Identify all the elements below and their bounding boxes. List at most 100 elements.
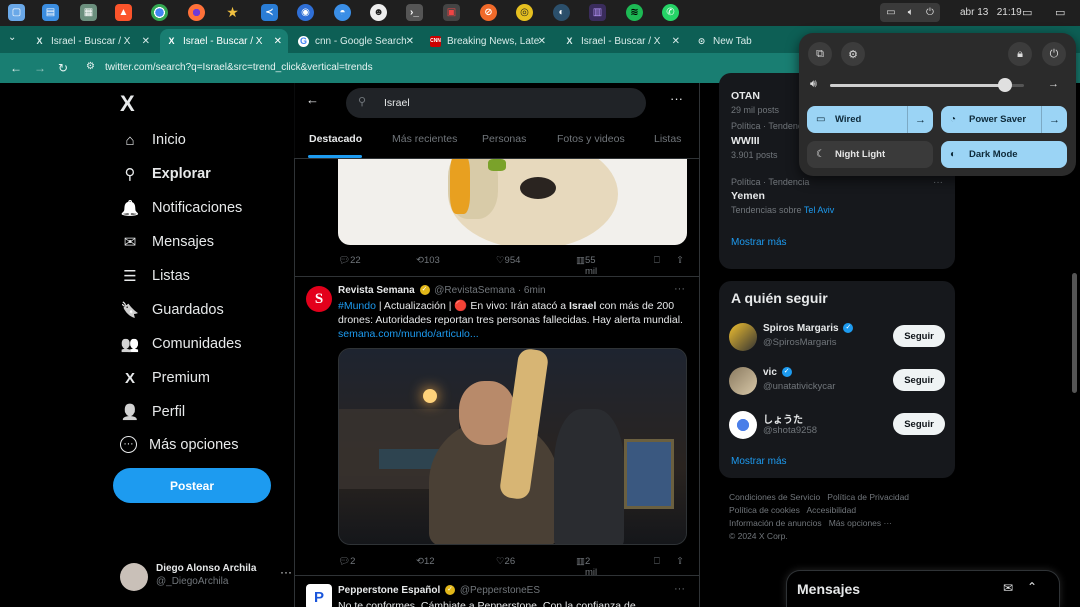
firefox-icon[interactable] [188,4,205,21]
trend-title[interactable]: WWIII [731,135,760,147]
like-button[interactable]: ♡ 26 [496,556,515,567]
site-info-icon[interactable]: ⚙ [86,61,95,72]
volume-slider-knob[interactable] [997,78,1012,92]
tweet-media[interactable] [338,159,687,245]
close-tab-icon[interactable]: ✕ [538,36,546,47]
app-15-icon[interactable]: ◎ [516,4,533,21]
app-17-icon[interactable]: ▥ [589,4,606,21]
reply-button[interactable]: 💬︎ 2 [338,556,355,567]
dark-mode-toggle[interactable]: ◐ Dark Mode [941,141,1067,168]
app-10-icon[interactable]: ◓ [334,4,351,21]
tweet-media[interactable] [338,348,687,545]
volume-slider[interactable] [830,78,1024,92]
settings-gear-icon[interactable]: ⚙ [841,42,865,66]
tab-destacado[interactable]: Destacado [309,133,362,145]
account-switcher[interactable]: Diego Alonso Archila @_DiegoArchila ··· [120,561,292,591]
follow-suggestion[interactable]: しょうた @shota9258 Seguir [729,409,945,443]
browser-tab[interactable]: CNN Breaking News, Late ✕ [424,29,552,53]
reply-button[interactable]: 💬︎ 22 [338,255,361,266]
power-off-icon[interactable]: ⏻ [1042,42,1066,66]
close-tab-icon[interactable]: ✕ [142,36,150,47]
terminal-icon[interactable]: ›_ [406,4,423,21]
chrome-icon[interactable] [151,4,168,21]
clock[interactable]: abr 13 21:19 [960,7,1022,18]
footer-link[interactable]: Accesibilidad [807,505,857,515]
app-13-icon[interactable]: ▣ [443,4,460,21]
browser-tab-active[interactable]: X Israel - Buscar / X ✕ [160,29,288,53]
browser-tab[interactable]: X Israel - Buscar / X ✕ [28,29,156,53]
reload-icon[interactable]: ↻ [58,61,68,75]
app-11-icon[interactable]: ☻ [370,4,387,21]
footer-link[interactable]: Política de cookies [729,505,800,515]
share-icon[interactable]: ⇪ [676,255,684,266]
sidebar-item-perfil[interactable]: 👤 Perfil [120,402,185,422]
follow-button[interactable]: Seguir [893,413,945,435]
show-more-link[interactable]: Mostrar más [731,237,787,248]
wired-toggle[interactable]: ▭ Wired → [807,106,933,133]
x-logo-icon[interactable]: X [120,91,135,117]
share-icon[interactable]: ⇪ [676,556,684,567]
app-9-icon[interactable]: ◉ [297,4,314,21]
sidebar-item-comunidades[interactable]: 👥 Comunidades [120,334,242,354]
window-icon[interactable]: ▭ [1022,6,1032,19]
avatar[interactable]: S [306,286,332,312]
vscode-icon[interactable]: ≺ [261,4,278,21]
app-16-icon[interactable]: ◐ [553,4,570,21]
follow-suggestion[interactable]: Spiros Margaris ✓ @SpirosMargaris Seguir [729,321,945,355]
browser-tab[interactable]: G cnn - Google Search ✕ [292,29,420,53]
show-more-link[interactable]: Mostrar más [731,456,787,467]
like-button[interactable]: ♡ 954 [496,255,520,266]
sidebar-item-guardados[interactable]: 🔖 Guardados [120,300,224,320]
close-tab-icon[interactable]: ✕ [406,36,414,47]
tweet-more-icon[interactable]: ··· [674,583,685,595]
app-7-icon[interactable]: ★ [224,4,241,21]
footer-link[interactable]: Condiciones de Servicio [729,492,820,502]
audio-output-arrow-icon[interactable]: → [1048,78,1059,90]
close-tab-icon[interactable]: ✕ [672,36,680,47]
whatsapp-icon[interactable]: ✆ [662,4,679,21]
sidebar-item-listas[interactable]: ☰ Listas [120,266,190,286]
night-light-toggle[interactable]: ☾ Night Light [807,141,933,168]
footer-link[interactable]: Información de anuncios [729,518,822,528]
spotify-icon[interactable]: ≋ [626,4,643,21]
sidebar-item-notificaciones[interactable]: 🔔 Notificaciones [120,198,243,218]
views-button[interactable]: ▥ 2 mil [576,556,597,578]
sidebar-item-premium[interactable]: X Premium [120,368,210,388]
lock-icon[interactable]: 🔒︎ [1008,42,1032,66]
page-scrollbar[interactable] [1072,273,1077,393]
app-launcher-icon[interactable]: ▢ [8,4,25,21]
hashtag-link[interactable]: #Mundo [338,300,376,312]
trend-related-link[interactable]: Tel Aviv [804,205,834,215]
desktop-icon[interactable]: ▭ [1055,6,1065,19]
tab-listas[interactable]: Listas [654,133,681,145]
tab-mas-recientes[interactable]: Más recientes [392,133,457,145]
trend-title[interactable]: OTAN [731,90,760,102]
system-tray[interactable]: ▭ 🔈︎ ⏻ [880,3,940,22]
app-14-icon[interactable]: ⊘ [480,4,497,21]
new-message-icon[interactable]: ✉ [1003,581,1013,595]
repost-button[interactable]: ⟲ 12 [416,556,435,567]
tweet-more-icon[interactable]: ··· [674,283,685,295]
power-saver-toggle[interactable]: ◔ Power Saver → [941,106,1067,133]
follow-suggestion[interactable]: vic ✓ @unatativickycar Seguir [729,365,945,399]
trend-title[interactable]: Yemen [731,190,765,202]
screenshot-icon[interactable]: ⧉ [808,42,832,66]
footer-link[interactable]: Política de Privacidad [827,492,909,502]
close-tab-icon[interactable]: ✕ [274,36,282,47]
sidebar-item-mas-opciones[interactable]: ⋯ Más opciones [120,436,238,453]
tab-list-icon[interactable]: ⌄ [8,32,16,43]
power-saver-arrow-icon[interactable]: → [1041,106,1067,133]
trend-more-icon[interactable]: ··· [933,177,943,188]
tab-personas[interactable]: Personas [482,133,526,145]
bookmark-icon[interactable]: ⎕ [654,255,660,266]
more-icon[interactable]: ··· [670,91,683,106]
bookmark-icon[interactable]: ⎕ [654,556,660,567]
url-field[interactable]: twitter.com/search?q=Israel&src=trend_cl… [105,62,373,73]
article-link[interactable]: semana.com/mundo/articulo... [338,328,479,340]
author-name[interactable]: Revista Semana [338,285,415,296]
messages-drawer[interactable]: Mensajes ✉ ⌃ [786,570,1060,607]
footer-link[interactable]: Más opciones ··· [829,518,892,528]
sidebar-item-mensajes[interactable]: ✉ Mensajes [120,232,214,252]
browser-tab[interactable]: X Israel - Buscar / X ✕ [558,29,686,53]
forward-arrow-icon[interactable]: → [34,61,46,75]
